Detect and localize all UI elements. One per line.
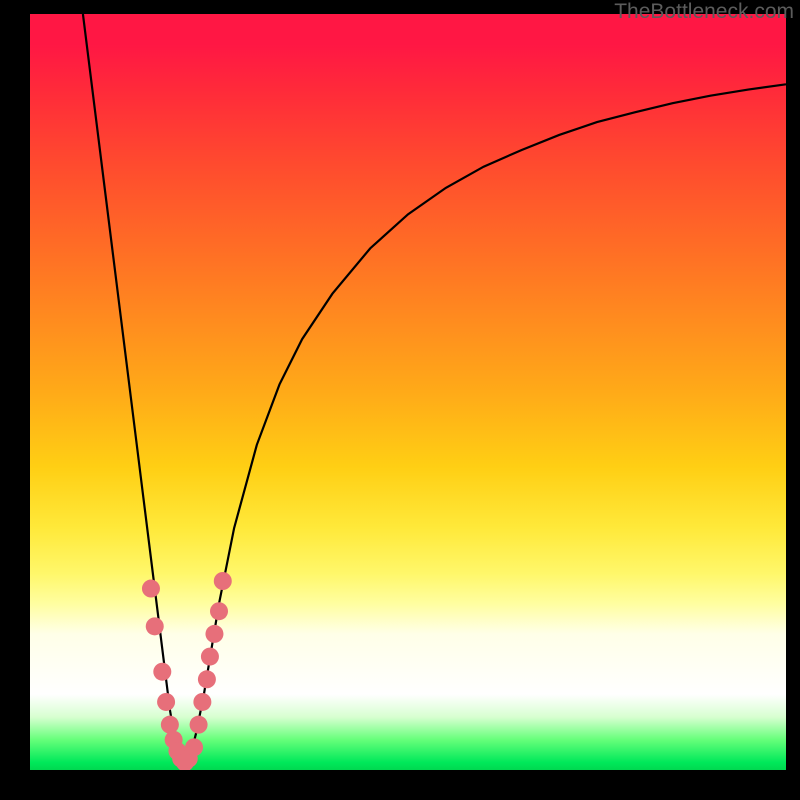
watermark-text: TheBottleneck.com (614, 0, 794, 24)
curve-path (83, 14, 786, 766)
data-marker (185, 738, 203, 756)
data-marker (193, 693, 211, 711)
data-marker (190, 716, 208, 734)
plot-area (30, 14, 786, 770)
data-marker (205, 625, 223, 643)
data-marker (146, 617, 164, 635)
data-marker (198, 670, 216, 688)
data-marker (201, 648, 219, 666)
chart-frame: TheBottleneck.com (0, 0, 800, 800)
data-marker (210, 602, 228, 620)
chart-svg (30, 14, 786, 770)
data-marker (157, 693, 175, 711)
data-marker (142, 580, 160, 598)
data-marker (214, 572, 232, 590)
data-marker (161, 716, 179, 734)
data-marker (153, 663, 171, 681)
